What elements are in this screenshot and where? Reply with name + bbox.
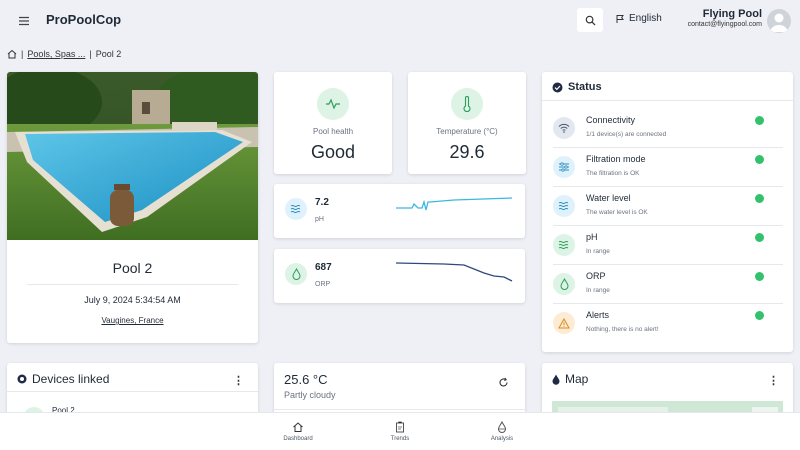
pool-photo <box>7 72 258 240</box>
clipboard-icon <box>396 421 404 433</box>
divider <box>27 284 238 285</box>
more-options-icon[interactable]: ⋮ <box>768 374 779 387</box>
language-selector[interactable]: English <box>616 13 662 24</box>
status-card: Status Connectivity 1/1 device(s) are co… <box>542 72 793 352</box>
pool-card: Pool 2 July 9, 2024 5:34:54 AM Vaugines,… <box>7 72 258 343</box>
pool-name: Pool 2 <box>112 260 153 276</box>
status-item-alerts[interactable]: Alerts Nothing, there is no alert! <box>553 305 783 343</box>
status-item-orp[interactable]: ORP In range <box>553 266 783 304</box>
user-name: Flying Pool <box>702 8 762 20</box>
status-item-title: Filtration mode <box>586 154 646 164</box>
thermometer-icon <box>451 88 483 120</box>
user-email: contact@flyingpool.com <box>687 21 762 28</box>
devices-header: Devices linked <box>17 372 109 386</box>
status-ok-indicator <box>755 233 764 242</box>
language-label: English <box>629 13 662 24</box>
home-icon <box>293 422 303 432</box>
status-item-connectivity[interactable]: Connectivity 1/1 device(s) are connected <box>553 110 783 148</box>
breadcrumb-separator: | <box>21 49 24 59</box>
status-ok-indicator <box>755 272 764 281</box>
check-circle-icon <box>552 82 563 92</box>
divider <box>7 391 258 392</box>
orp-value: 687 <box>315 262 332 273</box>
status-item-ph[interactable]: pH In range <box>553 227 783 265</box>
status-item-title: Water level <box>586 193 631 203</box>
device-icon <box>17 374 27 384</box>
status-item-water-level[interactable]: Water level The water level is OK <box>553 188 783 226</box>
breadcrumb-current: Pool 2 <box>95 49 122 59</box>
pool-health-card[interactable]: Pool health Good <box>274 72 392 174</box>
status-ok-indicator <box>755 311 764 320</box>
nav-analysis[interactable]: Analysis <box>472 421 532 442</box>
status-item-title: ORP <box>586 271 606 281</box>
search-icon <box>585 15 596 26</box>
orp-card[interactable]: 687 ORP <box>274 249 525 303</box>
pulse-icon <box>317 88 349 120</box>
status-header: Status <box>552 81 602 93</box>
nav-trends[interactable]: Trends <box>370 421 430 442</box>
pool-location-link[interactable]: Vaugines, France <box>7 316 258 325</box>
ph-icon <box>553 234 575 256</box>
status-ok-indicator <box>755 155 764 164</box>
orp-sparkline <box>395 262 513 282</box>
devices-title: Devices linked <box>32 372 110 386</box>
nav-label: Analysis <box>490 436 514 442</box>
top-bar: ProPoolCop English Flying Pool contact@f… <box>0 0 800 44</box>
flag-icon <box>616 14 624 23</box>
breadcrumb: | Pools, Spas ... | Pool 2 <box>7 49 121 59</box>
map-title: Map <box>565 372 589 386</box>
nav-label: Trends <box>390 436 410 442</box>
status-ok-indicator <box>755 116 764 125</box>
status-item-filtration[interactable]: Filtration mode The filtration is OK <box>553 149 783 187</box>
ph-card[interactable]: 7.2 pH <box>274 184 525 238</box>
more-options-icon[interactable]: ⋮ <box>233 374 244 387</box>
water-icon <box>553 195 575 217</box>
orp-unit: ORP <box>315 281 331 288</box>
nav-label: Dashboard <box>283 436 313 442</box>
sliders-icon <box>553 156 575 178</box>
status-item-subtitle: The filtration is OK <box>586 170 640 177</box>
temperature-card[interactable]: Temperature (°C) 29.6 <box>408 72 526 174</box>
ph-sparkline <box>396 197 513 211</box>
warning-icon <box>553 312 575 334</box>
weather-temperature: 25.6 °C <box>284 372 328 387</box>
status-item-subtitle: Nothing, there is no alert! <box>586 326 659 333</box>
app-brand[interactable]: ProPoolCop <box>46 12 121 27</box>
wifi-icon <box>553 117 575 139</box>
bottom-navigation: Dashboard Trends Analysis <box>0 412 800 450</box>
status-title: Status <box>568 81 602 93</box>
temperature-value: 29.6 <box>449 142 485 162</box>
status-item-title: Alerts <box>586 310 610 320</box>
drop-icon <box>553 273 575 295</box>
search-button[interactable] <box>577 8 603 32</box>
avatar[interactable] <box>767 9 791 33</box>
refresh-icon[interactable] <box>498 375 509 393</box>
status-item-subtitle: In range <box>586 287 610 294</box>
ph-value: 7.2 <box>315 197 329 208</box>
status-ok-indicator <box>755 194 764 203</box>
temperature-label: Temperature (°C) <box>436 127 498 136</box>
drop-icon <box>552 374 560 385</box>
status-item-subtitle: In range <box>586 248 610 255</box>
drop-icon <box>285 263 307 285</box>
pool-health-label: Pool health <box>312 127 354 136</box>
ph-unit: pH <box>315 216 324 223</box>
nav-dashboard[interactable]: Dashboard <box>268 421 328 442</box>
pool-datetime: July 9, 2024 5:34:54 AM <box>84 295 181 305</box>
drop-icon <box>497 421 507 433</box>
map-header: Map <box>552 372 588 386</box>
pool-health-value: Good <box>310 142 356 162</box>
status-item-subtitle: The water level is OK <box>586 209 648 216</box>
status-item-subtitle: 1/1 device(s) are connected <box>586 131 667 138</box>
divider <box>274 409 525 410</box>
ph-icon <box>285 198 307 220</box>
weather-condition: Partly cloudy <box>284 390 336 400</box>
breadcrumb-separator: | <box>89 49 92 59</box>
home-icon[interactable] <box>7 49 17 59</box>
status-item-title: pH <box>586 232 598 242</box>
divider <box>542 100 793 101</box>
breadcrumb-parent[interactable]: Pools, Spas ... <box>27 49 85 59</box>
status-item-title: Connectivity <box>586 115 636 125</box>
menu-icon[interactable] <box>18 14 30 26</box>
